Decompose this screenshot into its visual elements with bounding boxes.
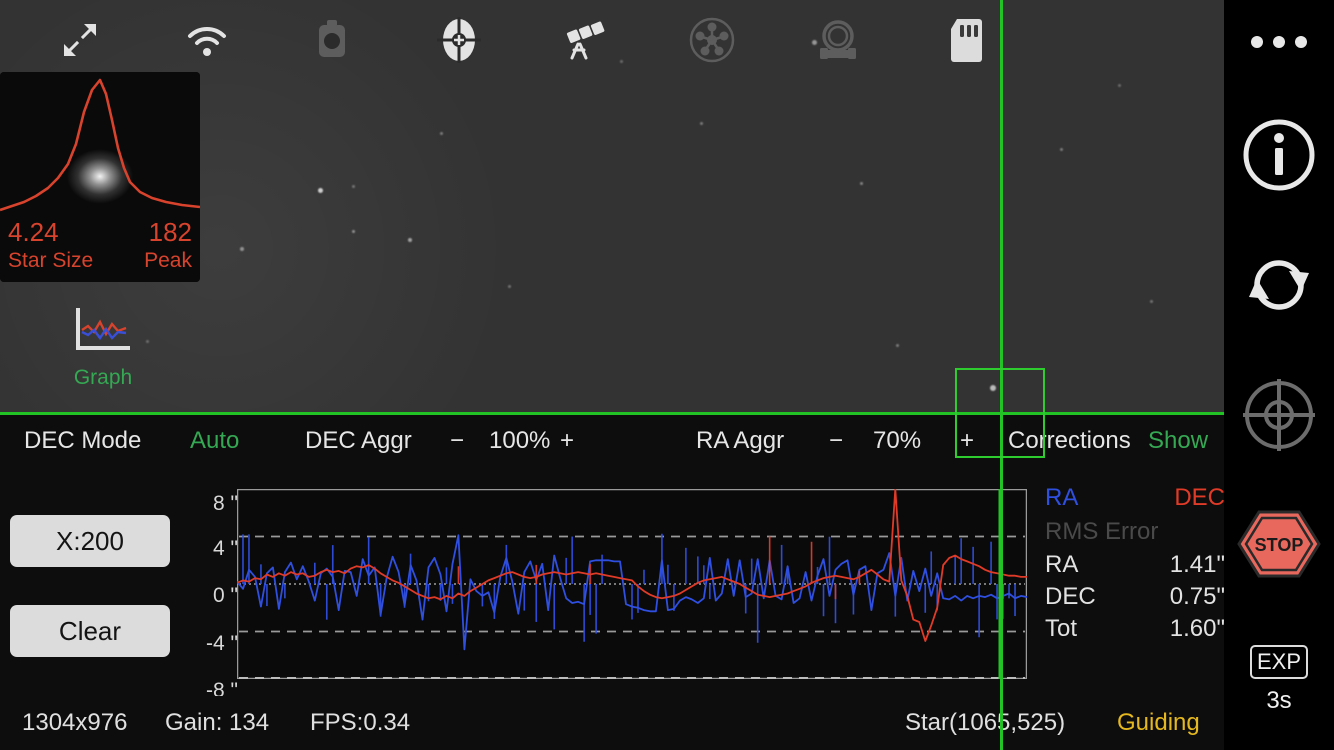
rms-error-title: RMS Error xyxy=(1045,518,1159,545)
status-resolution: 1304x976 xyxy=(22,709,128,736)
status-fps: FPS:0.34 xyxy=(310,709,411,736)
info-button[interactable] xyxy=(1224,117,1334,193)
rms-row-tot: Tot 1.60" xyxy=(1045,615,1225,643)
refresh-loop-icon xyxy=(1249,260,1309,310)
star-profile-panel[interactable]: 4.24 182 Star Size Peak xyxy=(0,72,200,282)
rms-row-dec: DEC 0.75" xyxy=(1045,583,1225,611)
legend-ra: RA xyxy=(1045,484,1079,511)
filter-wheel-icon[interactable] xyxy=(668,12,756,68)
guiding-app-screen: 4.24 182 Star Size Peak Graph DEC Mode A… xyxy=(0,0,1334,750)
ra-aggr-value: 70% xyxy=(873,427,922,454)
status-star-coords: Star(1065,525) xyxy=(905,709,1066,736)
status-guiding-state: Guiding xyxy=(1117,709,1200,736)
star-psf-graphic xyxy=(0,72,200,217)
legend-dec: DEC xyxy=(1174,484,1225,511)
dec-aggr-label: DEC Aggr xyxy=(305,427,412,454)
x-scale-button[interactable]: X:200 xyxy=(10,515,170,567)
rms-tot-value: 1.60" xyxy=(1169,615,1225,642)
y-tick-0: 0 " xyxy=(213,584,238,607)
dec-mode-value[interactable]: Auto xyxy=(190,416,239,466)
star-profile-stats: 4.24 182 Star Size Peak xyxy=(0,217,200,282)
more-options-button[interactable] xyxy=(1224,22,1334,62)
stop-hexagon-icon: STOP xyxy=(1237,510,1321,578)
crosshair-target-icon xyxy=(1243,379,1315,451)
dec-aggr-decrement[interactable]: − xyxy=(450,416,464,466)
rms-dec-label: DEC xyxy=(1045,583,1096,610)
y-tick-8: 8 " xyxy=(213,492,238,515)
target-lock-button[interactable] xyxy=(1224,377,1334,453)
top-toolbar xyxy=(0,0,1224,80)
sd-card-icon[interactable] xyxy=(922,12,1010,68)
info-circle-icon xyxy=(1243,119,1315,191)
corrections-value[interactable]: Show xyxy=(1148,416,1208,466)
dec-mode-label: DEC Mode xyxy=(24,427,142,454)
rms-tot-label: Tot xyxy=(1045,615,1078,642)
exp-value: 3s xyxy=(1266,687,1292,714)
exp-badge: EXP xyxy=(1250,645,1308,679)
rms-row-ra: RA 1.41" xyxy=(1045,551,1225,579)
exposure-button[interactable]: EXP 3s xyxy=(1224,640,1334,720)
guide-star-selection-box[interactable] xyxy=(955,368,1045,458)
focuser-icon[interactable] xyxy=(794,12,882,68)
rms-dec-value: 0.75" xyxy=(1169,583,1225,610)
refresh-button[interactable] xyxy=(1224,247,1334,323)
star-size-label: Star Size xyxy=(8,249,94,272)
stop-label-text: STOP xyxy=(1255,535,1304,555)
dec-aggr-value: 100% xyxy=(489,427,551,454)
rms-ra-value: 1.41" xyxy=(1169,551,1225,578)
ellipsis-icon xyxy=(1251,36,1307,48)
y-tick-neg4: -4 " xyxy=(206,632,238,655)
status-gain: Gain: 134 xyxy=(165,709,270,736)
guiding-error-plot[interactable] xyxy=(237,489,1027,679)
main-area: 4.24 182 Star Size Peak Graph DEC Mode A… xyxy=(0,0,1225,750)
clear-button[interactable]: Clear xyxy=(10,605,170,657)
stop-guiding-button[interactable]: STOP xyxy=(1224,508,1334,580)
rms-stats-panel: RA DEC RMS Error RA 1.41" DEC 0.75" Tot … xyxy=(1045,484,1225,647)
peak-label: Peak xyxy=(144,249,192,272)
dec-aggr-increment[interactable]: + xyxy=(560,416,574,466)
graph-icon xyxy=(74,308,132,358)
collapse-icon[interactable] xyxy=(40,12,120,68)
ra-aggr-decrement[interactable]: − xyxy=(829,416,843,466)
wifi-icon[interactable] xyxy=(162,12,252,68)
star-size-value: 4.24 xyxy=(8,217,59,247)
telescope-icon[interactable] xyxy=(542,12,630,68)
right-sidebar: STOP EXP 3s xyxy=(1224,0,1334,750)
graph-shortcut-button[interactable]: Graph xyxy=(60,308,146,390)
camera-icon[interactable] xyxy=(288,12,376,68)
ra-aggr-label: RA Aggr xyxy=(696,427,785,454)
guide-target-icon[interactable] xyxy=(416,12,502,68)
graph-y-axis: 8 " 4 " 0 " -4 " -8 " xyxy=(190,484,238,702)
graph-shortcut-label: Graph xyxy=(73,366,133,389)
peak-value: 182 xyxy=(148,217,192,247)
rms-ra-label: RA xyxy=(1045,551,1079,578)
y-tick-4: 4 " xyxy=(213,537,238,560)
bottom-status-bar: 1304x976 Gain: 134 FPS:0.34 Star(1065,52… xyxy=(0,696,1224,750)
